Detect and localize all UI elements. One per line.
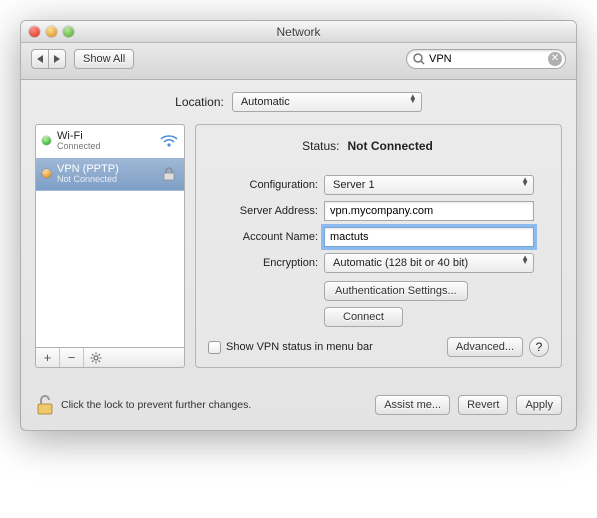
- wifi-icon: [160, 134, 178, 148]
- updown-arrows-icon: ▲▼: [521, 256, 529, 265]
- service-list[interactable]: Wi-Fi Connected VPN (PPTP) Not Connected: [35, 124, 185, 348]
- status-value: Not Connected: [348, 139, 528, 153]
- question-icon: ?: [536, 340, 543, 354]
- chevron-left-icon: [37, 55, 43, 63]
- titlebar: Network: [21, 21, 576, 43]
- chevron-right-icon: [54, 55, 60, 63]
- lock-icon: [160, 167, 178, 181]
- configuration-value: Server 1: [333, 179, 375, 191]
- status-dot-orange-icon: [42, 169, 51, 178]
- show-all-button[interactable]: Show All: [74, 49, 134, 69]
- traffic-lights: [21, 26, 74, 37]
- toolbar: Show All ✕: [21, 43, 576, 80]
- service-list-footer: + −: [35, 348, 185, 368]
- location-label: Location:: [175, 95, 224, 109]
- status-dot-green-icon: [42, 136, 51, 145]
- assist-button[interactable]: Assist me...: [375, 395, 450, 415]
- service-status: Not Connected: [57, 175, 154, 185]
- updown-arrows-icon: ▲▼: [521, 178, 529, 187]
- show-menubar-checkbox[interactable]: [208, 341, 221, 354]
- service-status: Connected: [57, 142, 154, 152]
- add-service-button[interactable]: +: [36, 348, 60, 367]
- service-item-vpn[interactable]: VPN (PPTP) Not Connected: [36, 158, 184, 191]
- location-popup[interactable]: Automatic ▲▼: [232, 92, 422, 112]
- revert-button[interactable]: Revert: [458, 395, 508, 415]
- lock-text: Click the lock to prevent further change…: [61, 399, 251, 411]
- configuration-label: Configuration:: [208, 179, 318, 191]
- encryption-label: Encryption:: [208, 257, 318, 269]
- window-title: Network: [21, 25, 576, 39]
- show-menubar-label: Show VPN status in menu bar: [226, 341, 373, 353]
- connect-button[interactable]: Connect: [324, 307, 403, 327]
- back-button[interactable]: [31, 49, 48, 69]
- server-address-input[interactable]: [324, 201, 534, 221]
- service-actions-button[interactable]: [84, 348, 108, 367]
- status-label: Status:: [230, 139, 340, 153]
- forward-button[interactable]: [48, 49, 66, 69]
- nav-segment: [31, 49, 66, 69]
- detail-panel: Status: Not Connected Configuration: Ser…: [195, 124, 562, 368]
- location-value: Automatic: [241, 96, 290, 108]
- zoom-icon[interactable]: [63, 26, 74, 37]
- help-button[interactable]: ?: [529, 337, 549, 357]
- server-address-label: Server Address:: [208, 205, 318, 217]
- search-icon: [412, 52, 426, 66]
- auth-settings-button[interactable]: Authentication Settings...: [324, 281, 468, 301]
- account-name-input[interactable]: [324, 227, 534, 247]
- configuration-popup[interactable]: Server 1 ▲▼: [324, 175, 534, 195]
- encryption-popup[interactable]: Automatic (128 bit or 40 bit) ▲▼: [324, 253, 534, 273]
- status-row: Status: Not Connected: [208, 139, 549, 153]
- content: Location: Automatic ▲▼ Wi-Fi Connected: [21, 80, 576, 382]
- service-item-wifi[interactable]: Wi-Fi Connected: [36, 125, 184, 158]
- encryption-value: Automatic (128 bit or 40 bit): [333, 257, 468, 269]
- unlock-icon[interactable]: [35, 394, 55, 416]
- account-name-label: Account Name:: [208, 231, 318, 243]
- apply-button[interactable]: Apply: [516, 395, 562, 415]
- clear-search-icon[interactable]: ✕: [548, 52, 562, 66]
- location-row: Location: Automatic ▲▼: [35, 92, 562, 112]
- gear-icon: [90, 352, 102, 364]
- search-input[interactable]: [406, 49, 566, 69]
- minimize-icon[interactable]: [46, 26, 57, 37]
- window-footer: Click the lock to prevent further change…: [21, 382, 576, 430]
- prefs-window: Network Show All ✕ Location: Automatic ▲…: [20, 20, 577, 431]
- updown-arrows-icon: ▲▼: [409, 95, 417, 104]
- search-field-wrap: ✕: [406, 49, 566, 69]
- advanced-button[interactable]: Advanced...: [447, 337, 523, 357]
- remove-service-button[interactable]: −: [60, 348, 84, 367]
- close-icon[interactable]: [29, 26, 40, 37]
- service-sidebar: Wi-Fi Connected VPN (PPTP) Not Connected: [35, 124, 185, 368]
